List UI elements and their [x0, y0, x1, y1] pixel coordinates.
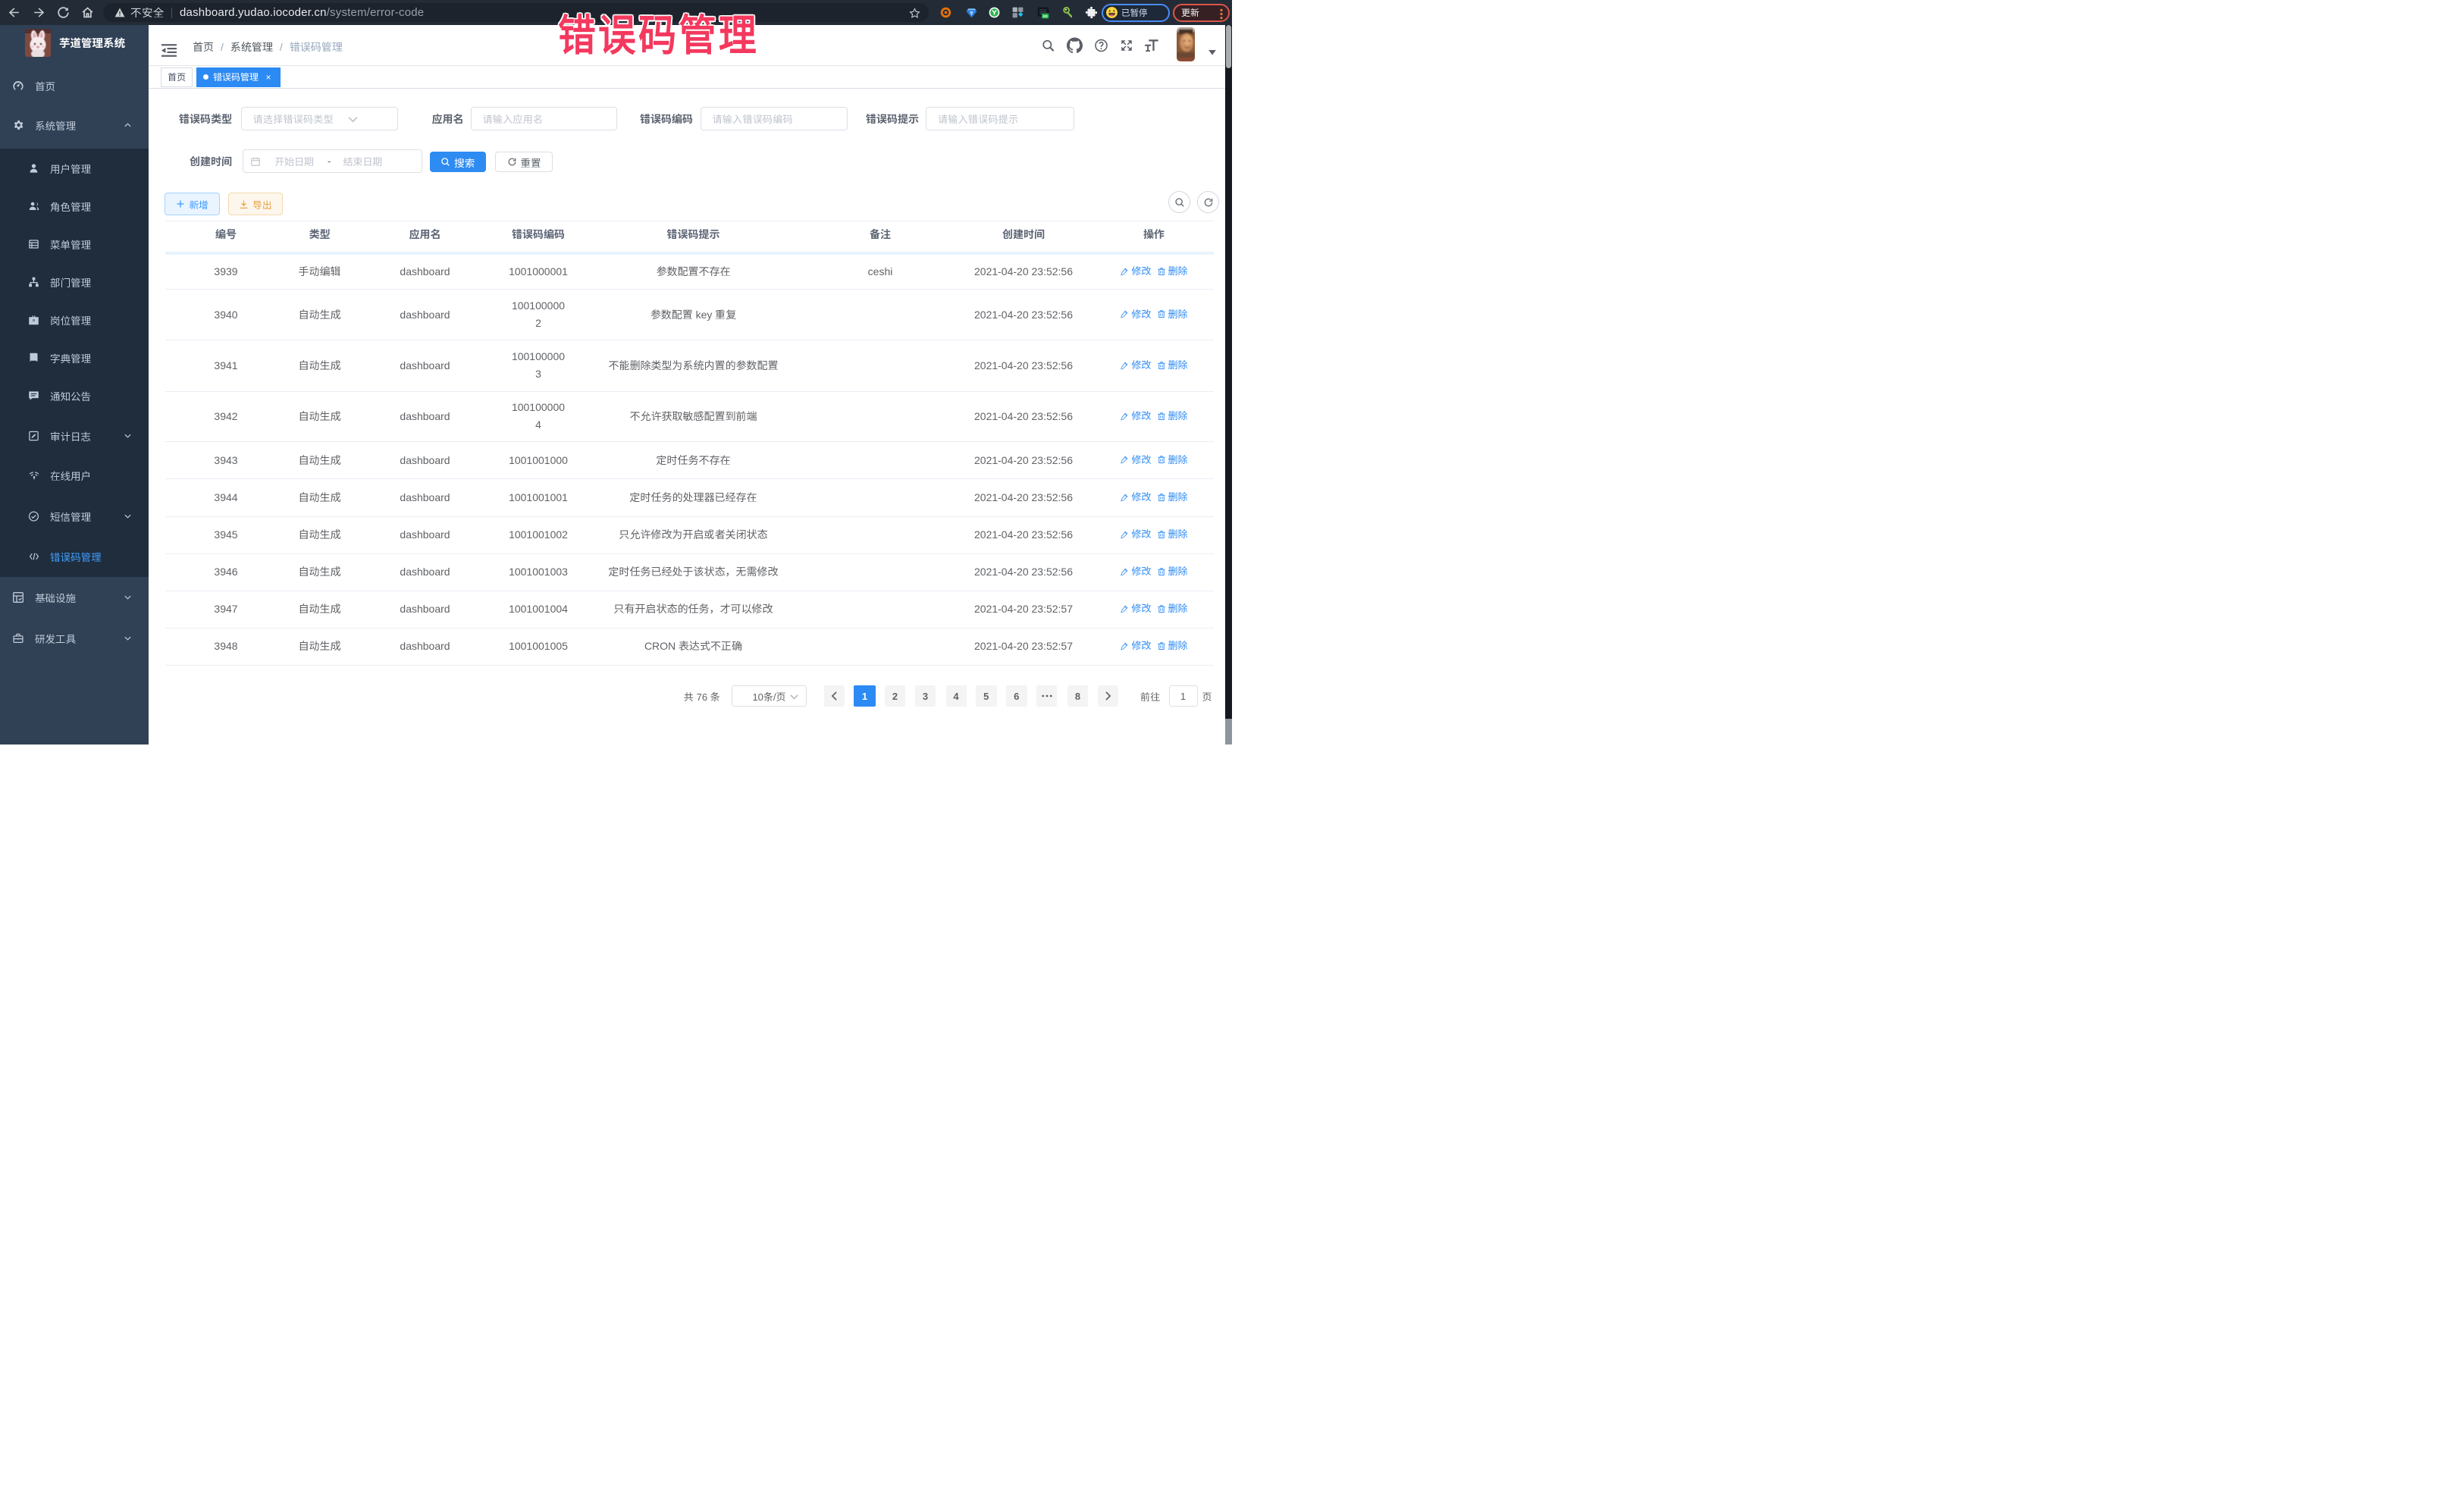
svg-text:on: on [1043, 14, 1048, 19]
